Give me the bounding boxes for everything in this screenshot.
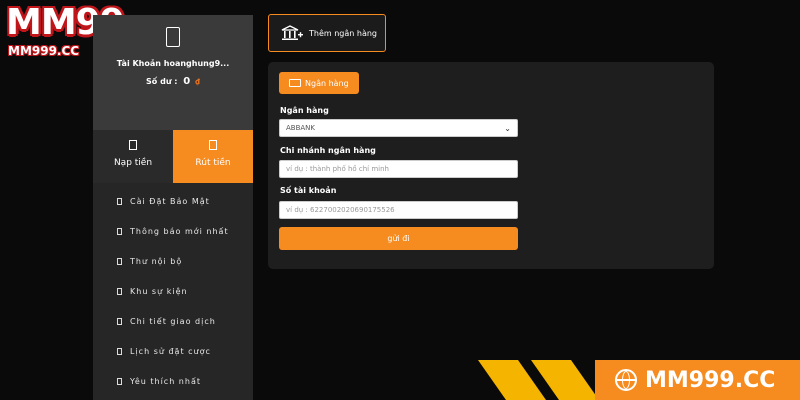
sidebar-item-inbox[interactable]: Thư nội bộ (93, 246, 253, 276)
submit-label: gửi đi (387, 234, 410, 243)
add-bank-button[interactable]: Thêm ngân hàng (268, 14, 386, 52)
menu-item-icon (117, 287, 122, 295)
bank-select-value: ABBANK (286, 124, 316, 132)
tab-deposit-label: Nạp tiền (113, 158, 153, 168)
menu-item-icon (117, 317, 122, 325)
sidebar-menu: Cài Đặt Bảo Mật Thông báo mới nhất Thư n… (93, 183, 253, 396)
wallet-tabs: Nạp tiền Rút tiền (93, 130, 253, 183)
sidebar-item-events[interactable]: Khu sự kiện (93, 276, 253, 306)
sidebar-item-notifications[interactable]: Thông báo mới nhất (93, 216, 253, 246)
menu-item-icon (117, 347, 122, 355)
menu-item-icon (117, 227, 122, 235)
sidebar-item-transactions[interactable]: Chi tiết giao dịch (93, 306, 253, 336)
profile-card: Tài Khoản hoanghung9... Số dư : 0 ₫ (93, 15, 253, 130)
sidebar-item-security[interactable]: Cài Đặt Bảo Mật (93, 186, 253, 216)
branch-input[interactable]: ví dụ : thành phố hồ chí minh (279, 160, 518, 178)
logo-sub-text: MM999.CC (8, 44, 80, 58)
bank-tab[interactable]: Ngân hàng (279, 72, 359, 94)
menu-item-icon (117, 377, 122, 385)
submit-button[interactable]: gửi đi (279, 227, 518, 250)
menu-item-icon (117, 257, 122, 265)
sidebar-item-label: Chi tiết giao dịch (130, 316, 216, 326)
branch-placeholder: ví dụ : thành phố hồ chí minh (286, 165, 389, 173)
tab-withdraw-label: Rút tiền (195, 158, 231, 168)
bank-select[interactable]: ABBANK ⌄ (279, 119, 518, 137)
account-placeholder: ví dụ : 6227002020690175526 (286, 206, 395, 214)
currency-icon: ₫ (195, 78, 200, 86)
sidebar-item-bet-history[interactable]: Lịch sử đặt cược (93, 336, 253, 366)
sidebar-item-label: Cài Đặt Bảo Mật (130, 196, 210, 206)
phone-icon (166, 27, 180, 47)
sidebar-item-label: Lịch sử đặt cược (130, 346, 211, 356)
balance-row: Số dư : 0 ₫ (93, 76, 253, 87)
globe-icon (615, 369, 637, 391)
sidebar-item-label: Khu sự kiện (130, 286, 188, 296)
brand-badge: MM999.CC (595, 360, 800, 400)
brand-label: MM999.CC (645, 367, 776, 393)
sidebar-item-favorites[interactable]: Yêu thích nhất (93, 366, 253, 396)
deposit-icon (129, 140, 137, 150)
bank-form-panel: Ngân hàng Ngân hàng ABBANK ⌄ Chi nhánh n… (268, 62, 714, 269)
balance-value: 0 (183, 76, 191, 87)
bank-plus-icon (281, 25, 303, 40)
account-number-input[interactable]: ví dụ : 6227002020690175526 (279, 201, 518, 219)
balance-label: Số dư : (146, 77, 178, 86)
branch-field-label: Chi nhánh ngân hàng (280, 146, 376, 155)
sidebar-item-label: Thư nội bộ (130, 256, 183, 266)
bank-card-icon (289, 79, 301, 87)
tab-withdraw[interactable]: Rút tiền (173, 130, 253, 183)
tab-deposit[interactable]: Nạp tiền (93, 130, 173, 183)
sidebar-item-label: Yêu thích nhất (130, 376, 201, 386)
bank-field-label: Ngân hàng (280, 106, 329, 115)
account-name: Tài Khoản hoanghung9... (116, 59, 230, 68)
sidebar-item-label: Thông báo mới nhất (130, 226, 229, 236)
menu-item-icon (117, 197, 122, 205)
withdraw-icon (209, 140, 217, 150)
account-field-label: Số tài khoản (280, 186, 337, 195)
add-bank-label: Thêm ngân hàng (309, 28, 377, 38)
chevron-down-icon: ⌄ (504, 123, 511, 133)
bank-tab-label: Ngân hàng (305, 78, 349, 88)
account-sidebar: Tài Khoản hoanghung9... Số dư : 0 ₫ Nạp … (93, 15, 253, 400)
